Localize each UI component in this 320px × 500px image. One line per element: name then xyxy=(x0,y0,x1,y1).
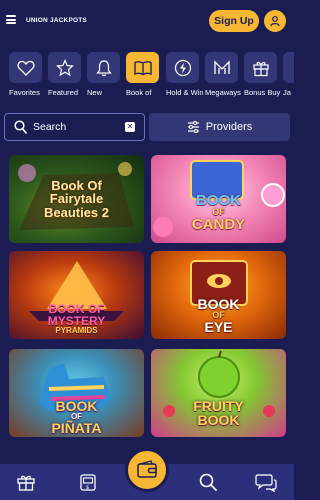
game-title-line: CANDY xyxy=(191,216,246,234)
search-icon xyxy=(14,120,27,134)
game-title-line: EYE xyxy=(204,319,233,336)
providers-button[interactable]: Providers xyxy=(149,113,290,141)
game-title-line: BOOK xyxy=(197,412,240,429)
game-tile-book-of-fairytale-beauties-2[interactable]: Book Of Fairytale Beauties 2 xyxy=(9,155,144,243)
game-title-line: PYRAMIDS xyxy=(55,326,98,336)
category-bar: Favorites Featured New Book of Hold & Wi… xyxy=(0,52,294,102)
category-label: Megaways xyxy=(205,88,241,97)
game-tile-book-of-eye[interactable]: BOOK OF EYE xyxy=(151,251,286,339)
wallet-icon xyxy=(137,460,157,478)
category-featured[interactable]: Featured xyxy=(48,52,86,97)
game-tile-book-of-pinata[interactable]: BOOK OF PIÑATA xyxy=(9,349,144,437)
category-new[interactable]: New xyxy=(87,52,125,97)
game-tile-book-of-mystery-pyramids[interactable]: BOOK OF MYSTERY PYRAMIDS xyxy=(9,251,144,339)
sign-up-button[interactable]: Sign Up xyxy=(209,10,259,32)
chat-icon xyxy=(255,474,277,492)
slot-machine-icon: $ xyxy=(80,474,96,491)
search-input[interactable]: Search ✕ xyxy=(4,113,145,141)
gift-icon xyxy=(17,475,35,491)
category-bonus-buy[interactable]: Bonus Buy xyxy=(244,52,282,97)
user-profile-button[interactable] xyxy=(264,10,286,32)
game-title-line: PIÑATA xyxy=(51,420,102,437)
nav-chat[interactable] xyxy=(255,472,277,492)
header: UNION JACKPOTS Sign Up xyxy=(0,0,294,44)
category-favorites[interactable]: Favorites xyxy=(9,52,47,97)
lightning-icon xyxy=(174,59,191,76)
category-hold-win[interactable]: Hold & Win xyxy=(166,52,204,97)
category-label: New xyxy=(87,88,103,97)
nav-search[interactable] xyxy=(197,472,219,492)
category-label: Favorites xyxy=(9,88,40,97)
category-book-of[interactable]: Book of xyxy=(126,52,164,97)
category-megaways[interactable]: Megaways xyxy=(205,52,243,97)
game-title-line: Fairytale xyxy=(49,191,104,207)
megaways-icon xyxy=(213,59,230,74)
bell-icon xyxy=(95,59,112,76)
category-label: Ja xyxy=(283,88,291,97)
game-title-line: Beauties 2 xyxy=(43,204,110,220)
heart-icon xyxy=(16,60,35,76)
nav-promotions[interactable] xyxy=(15,472,37,492)
filter-sliders-icon xyxy=(187,121,199,133)
category-label: Featured xyxy=(48,88,79,97)
menu-icon[interactable] xyxy=(6,15,16,24)
search-placeholder: Search xyxy=(33,121,67,133)
book-icon xyxy=(133,60,152,75)
nav-casino[interactable]: $ xyxy=(77,472,99,492)
category-label: Bonus Buy xyxy=(244,88,281,97)
svg-text:$: $ xyxy=(86,485,89,491)
game-tile-fruity-book[interactable]: FRUITY BOOK xyxy=(151,349,286,437)
wallet-button[interactable] xyxy=(125,448,169,492)
providers-label: Providers xyxy=(205,121,253,133)
category-jackpot[interactable]: Ja xyxy=(283,52,294,97)
search-icon xyxy=(199,473,217,491)
game-title-line: BOOK xyxy=(196,192,241,209)
category-label: Book of xyxy=(126,88,152,97)
category-label: Hold & Win xyxy=(166,88,204,97)
star-icon xyxy=(55,58,74,76)
game-tile-book-of-candy[interactable]: BOOK OF CANDY xyxy=(151,155,286,243)
clear-search-icon[interactable]: ✕ xyxy=(125,122,135,132)
site-logo[interactable]: UNION JACKPOTS xyxy=(26,17,87,24)
gift-icon xyxy=(252,61,269,76)
user-icon xyxy=(270,16,280,27)
